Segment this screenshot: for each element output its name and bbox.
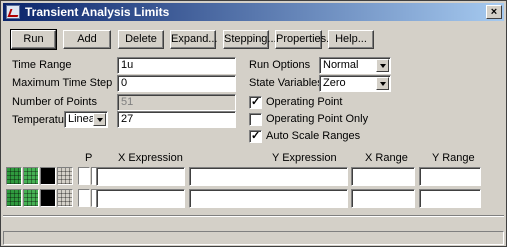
run-options-label: Run Options [249, 59, 311, 71]
operating-point-only-checkbox[interactable] [249, 113, 262, 126]
status-bar [3, 231, 504, 245]
state-variables-value: Zero [323, 77, 346, 89]
title-bar: Transient Analysis Limits × [3, 3, 504, 21]
time-range-label: Time Range [12, 59, 72, 71]
color-swatch-icon[interactable] [40, 189, 56, 207]
x-range-cell[interactable] [351, 167, 415, 186]
p-cell[interactable] [78, 189, 90, 207]
run-options-value: Normal [323, 59, 359, 71]
help-button[interactable]: Help... [328, 30, 374, 49]
expand-button[interactable]: Expand... [170, 30, 217, 49]
run-options-select[interactable]: Normal [319, 57, 391, 74]
header-y-range: Y Range [432, 152, 475, 164]
properties-button[interactable]: Properties... [275, 30, 335, 49]
window-title: Transient Analysis Limits [25, 5, 170, 19]
operating-point-checkbox[interactable] [249, 95, 262, 109]
auto-scale-ranges-checkbox[interactable] [249, 129, 262, 143]
x-range-cell[interactable] [351, 189, 415, 208]
y-range-cell[interactable] [419, 167, 481, 186]
y-expression-cell[interactable] [189, 167, 348, 186]
plot-grid-icon[interactable] [23, 189, 39, 207]
y-expression-cell[interactable] [189, 189, 348, 208]
max-time-step-field[interactable]: 0 [117, 75, 236, 92]
temperature-field[interactable]: 27 [117, 111, 236, 128]
operating-point-only-label: Operating Point Only [266, 113, 369, 125]
delete-button[interactable]: Delete [118, 30, 164, 49]
time-range-field[interactable]: 1u [117, 57, 236, 74]
state-variables-select[interactable]: Zero [319, 75, 391, 92]
chevron-down-icon[interactable] [376, 59, 389, 72]
add-button[interactable]: Add [63, 30, 111, 49]
app-icon [6, 5, 20, 19]
header-y-expression: Y Expression [272, 152, 337, 164]
plot-grid-icon[interactable] [23, 167, 39, 185]
max-time-step-label: Maximum Time Step [12, 77, 113, 89]
header-x-expression: X Expression [118, 152, 183, 164]
x-expression-cell[interactable] [96, 167, 185, 186]
y-range-cell[interactable] [419, 189, 481, 208]
temperature-mode-select[interactable]: Linear [64, 111, 108, 128]
header-x-range: X Range [365, 152, 408, 164]
header-p: P [85, 152, 93, 164]
chevron-down-icon[interactable] [93, 113, 106, 126]
plot-grid-icon[interactable] [6, 189, 22, 207]
chevron-down-icon[interactable] [376, 77, 389, 90]
divider [3, 215, 504, 217]
num-points-label: Number of Points [12, 96, 97, 108]
color-swatch-icon[interactable] [40, 167, 56, 185]
auto-scale-ranges-label: Auto Scale Ranges [266, 130, 361, 142]
operating-point-label: Operating Point [266, 96, 343, 108]
num-points-field: 51 [117, 94, 236, 111]
state-variables-label: State Variables [249, 77, 323, 89]
stepping-button[interactable]: Stepping... [223, 30, 277, 49]
table-icon[interactable] [57, 189, 73, 207]
table-icon[interactable] [57, 167, 73, 185]
plot-grid-icon[interactable] [6, 167, 22, 185]
close-button[interactable]: × [486, 5, 502, 19]
transient-analysis-limits-window: Transient Analysis Limits × Run Add Dele… [0, 0, 507, 247]
p-cell[interactable] [78, 167, 90, 185]
x-expression-cell[interactable] [96, 189, 185, 208]
run-button[interactable]: Run [10, 29, 57, 50]
